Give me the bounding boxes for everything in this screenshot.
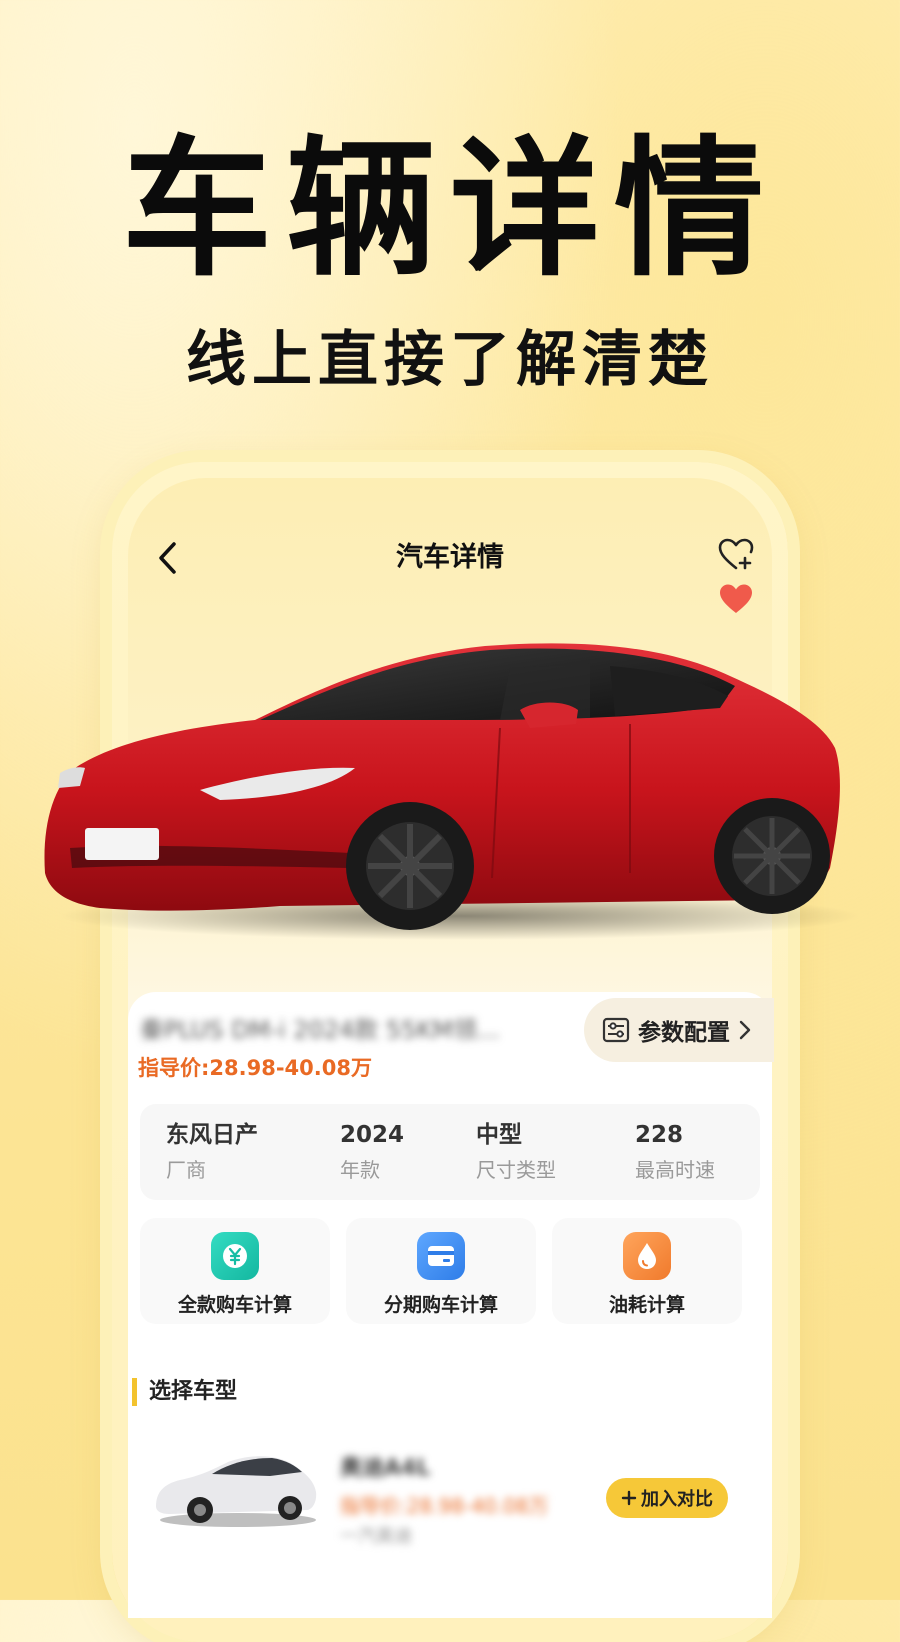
- section-title: 选择车型: [132, 1378, 237, 1406]
- spec-caption: 年款: [340, 1158, 380, 1182]
- variant-manufacturer: 一汽奥迪: [340, 1526, 412, 1547]
- favorite-add-button[interactable]: [716, 535, 756, 575]
- heart-filled-icon: [720, 584, 752, 613]
- spec-item: 东风日产 厂商: [166, 1118, 316, 1188]
- hero-title: 车辆详情: [121, 123, 778, 297]
- plus-icon: [621, 1490, 637, 1506]
- card-icon: [417, 1232, 465, 1280]
- tool-label: 全款购车计算: [177, 1294, 292, 1316]
- yuan-icon: [211, 1232, 259, 1280]
- chevron-right-icon: [739, 1020, 751, 1040]
- heart-plus-icon: [718, 538, 754, 570]
- guide-price: 指导价:28.98-40.08万: [138, 1056, 372, 1080]
- favorite-button[interactable]: [718, 582, 754, 616]
- spec-item: 2024 年款: [340, 1118, 490, 1188]
- spec-value: 中型: [476, 1122, 522, 1148]
- variant-price: 指导价:28.98-40.08万: [340, 1494, 549, 1518]
- full-payment-calculator-button[interactable]: 全款购车计算: [140, 1218, 330, 1324]
- spec-caption: 尺寸类型: [476, 1158, 556, 1182]
- spec-value: 2024: [340, 1122, 405, 1148]
- hero-subtitle: 线上直接了解清楚: [186, 325, 714, 395]
- fuel-calculator-button[interactable]: 油耗计算: [552, 1218, 742, 1324]
- add-to-compare-label: 加入对比: [641, 1489, 713, 1510]
- tool-label: 分期购车计算: [383, 1294, 498, 1316]
- installment-calculator-button[interactable]: 分期购车计算: [346, 1218, 536, 1324]
- spec-caption: 厂商: [166, 1158, 206, 1182]
- add-to-compare-button[interactable]: 加入对比: [606, 1478, 728, 1518]
- variant-car-image: [156, 1456, 317, 1527]
- car-image: [44, 643, 860, 940]
- spec-value: 228: [635, 1122, 684, 1148]
- tool-label: 油耗计算: [608, 1294, 685, 1316]
- params-config-label: 参数配置: [638, 1020, 730, 1046]
- spec-value: 东风日产: [166, 1122, 258, 1148]
- chevron-left-icon: [159, 542, 176, 574]
- model-name: 秦PLUS DM-i 2024款 55KM领...: [140, 1016, 500, 1044]
- drop-icon: [623, 1232, 671, 1280]
- page-title: 汽车详情: [396, 542, 504, 573]
- sliders-icon: [602, 1017, 630, 1043]
- spec-item: 228 最高时速: [635, 1118, 785, 1188]
- params-config-button[interactable]: 参数配置: [584, 998, 774, 1062]
- variant-name: 奥迪A4L: [340, 1456, 431, 1481]
- back-button[interactable]: [150, 538, 186, 578]
- spec-caption: 最高时速: [635, 1158, 715, 1182]
- spec-item: 中型 尺寸类型: [476, 1118, 626, 1188]
